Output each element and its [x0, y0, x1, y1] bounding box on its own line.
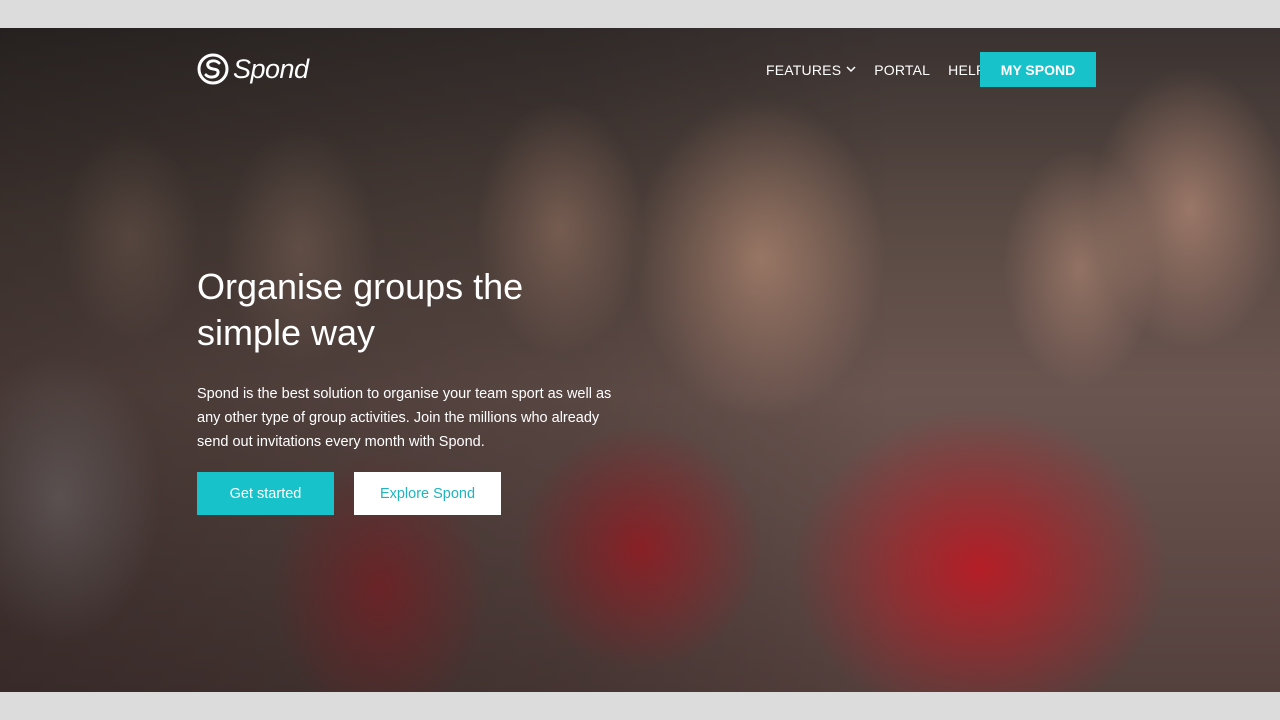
chevron-down-icon [846, 66, 856, 73]
nav-item-label: PORTAL [874, 61, 931, 78]
brand-logo[interactable]: Spond [197, 51, 309, 87]
hero-description: Spond is the best solution to organise y… [197, 386, 612, 450]
my-spond-button[interactable]: MY SPOND [980, 52, 1096, 87]
nav-links: FEATURES PORTAL HELP [766, 52, 986, 87]
headline-line-1: Organise groups the [197, 266, 524, 307]
hero-headline: Organise groups the simple way [197, 264, 617, 356]
hero-content: Organise groups the simple way Spond is … [197, 264, 617, 454]
headline-line-2: simple way [197, 312, 376, 353]
hero-section: Spond FEATURES PORTAL HELP MY SPOND Orga… [0, 28, 1280, 692]
nav-item-features[interactable]: FEATURES [766, 62, 856, 78]
hero-actions: Get started Explore Spond [197, 472, 501, 515]
nav-item-portal[interactable]: PORTAL [874, 62, 930, 78]
spond-logo-icon [197, 53, 229, 85]
explore-spond-button[interactable]: Explore Spond [354, 472, 501, 515]
nav-item-label: FEATURES [766, 61, 842, 78]
brand-name: Spond [233, 53, 309, 84]
top-navigation: Spond FEATURES PORTAL HELP MY SPOND [0, 28, 1280, 118]
get-started-button[interactable]: Get started [197, 472, 334, 515]
